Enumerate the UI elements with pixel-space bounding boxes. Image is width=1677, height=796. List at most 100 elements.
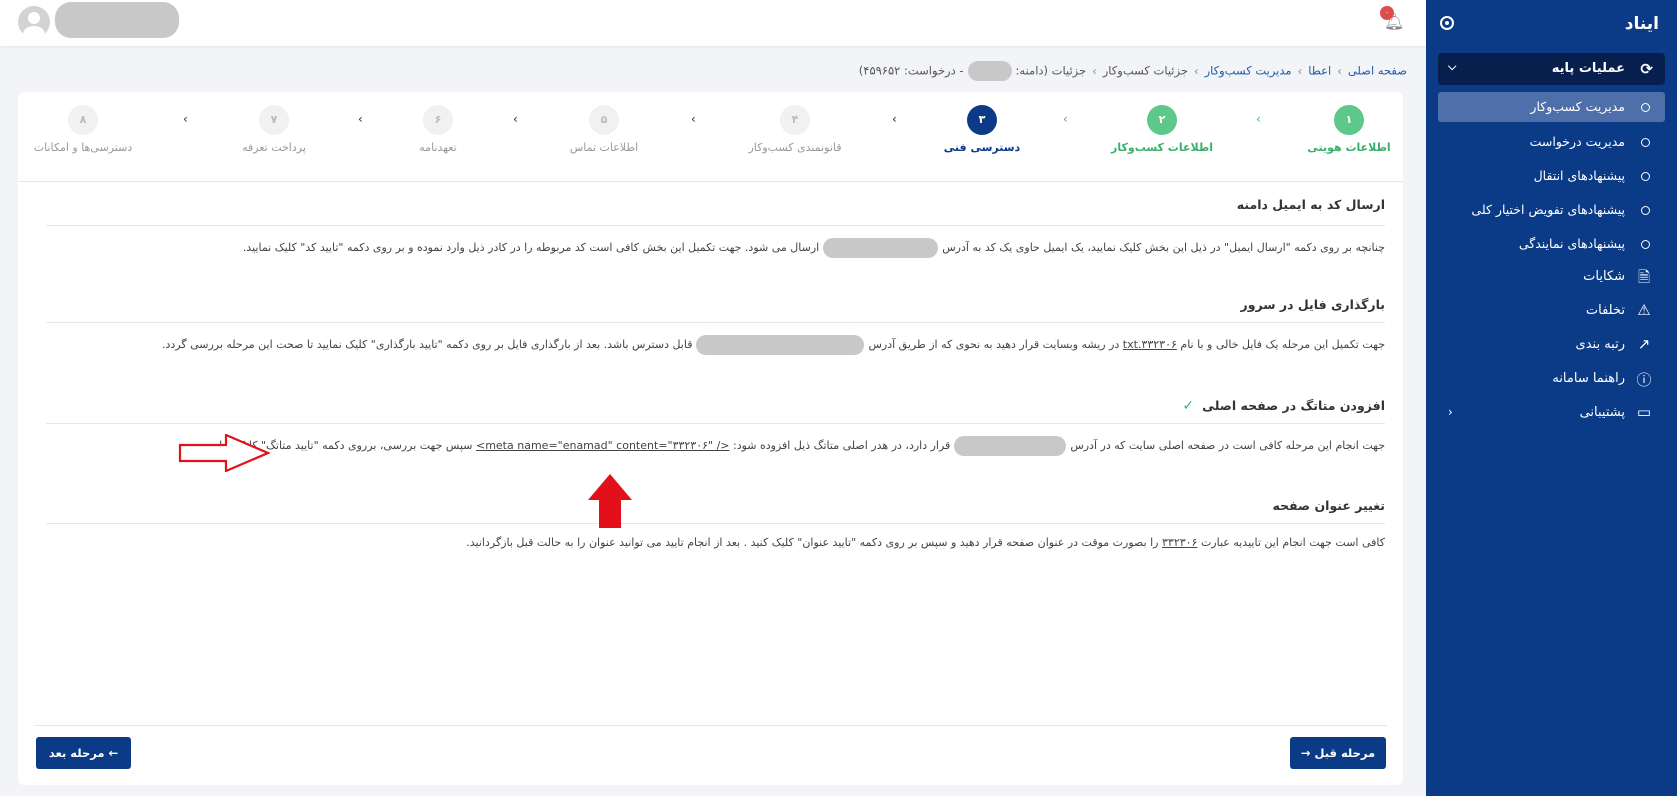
step-3[interactable]: ۳ دسترسی فنی [912, 105, 1052, 154]
code-text: ۳۳۲۳۰۶ [1162, 536, 1198, 549]
chevron-left-icon: › [1297, 63, 1303, 78]
sidebar-item-ranking[interactable]: ↗ رتبه بندی [1438, 331, 1665, 359]
divider [46, 423, 1385, 424]
text: را بصورت موقت در عنوان صفحه قرار دهید و … [466, 536, 1159, 549]
sidebar-group-basic-operations[interactable]: ⟳ عملیات پایه ⌵ [1438, 53, 1665, 85]
chevron-left-icon: ‹ [1256, 112, 1261, 126]
sidebar-item-label: پیشنهادهای تفویض اختیار کلی [1471, 202, 1625, 217]
sidebar-header: ایناد [1426, 0, 1677, 50]
sidebar-item-label: پشتیبانی [1579, 405, 1625, 420]
step-5[interactable]: ۵ اطلاعات تماس [534, 105, 674, 154]
divider [46, 523, 1385, 524]
text: در ریشه وبسایت قرار دهید به نحوی که از ط… [868, 338, 1120, 351]
circle-icon [1641, 206, 1650, 215]
check-icon: ✓ [1182, 398, 1195, 414]
breadcrumb-business-details[interactable]: جزئیات کسب‌وکار [1103, 64, 1188, 78]
sidebar-item-label: رتبه بندی [1575, 337, 1625, 352]
chevron-left-icon: › [1337, 63, 1342, 78]
step-number: ۶ [423, 105, 453, 135]
step-label: اطلاعات کسب‌وکار [1111, 141, 1213, 154]
previous-step-button[interactable]: → مرحله قبل [1290, 737, 1386, 769]
chat-icon: ▭ [1636, 403, 1652, 421]
chevron-left-icon: ‹ [513, 112, 518, 126]
text: افزودن متاتگ در صفحه اصلی [1202, 398, 1385, 413]
sidebar-item-label: شکایات [1583, 269, 1625, 284]
breadcrumb-home[interactable]: صفحه اصلی [1348, 64, 1407, 78]
text: قرار دارد، در هدر اصلی متاتگ ذیل افزوده … [733, 439, 951, 452]
meta-tag-code: <meta name="enamad" content="۳۳۲۳۰۶" /> [475, 439, 730, 452]
section-title-metatag: افزودن متاتگ در صفحه اصلی ✓ [1182, 398, 1385, 414]
document-icon: 🗎 [1637, 268, 1651, 286]
divider [46, 322, 1385, 323]
step-7[interactable]: ۷ پرداخت تعرفه [204, 105, 344, 154]
sidebar-item-label: تخلفات [1585, 303, 1625, 318]
step-2[interactable]: ۲ اطلاعات کسب‌وکار [1092, 105, 1232, 154]
sidebar-item-label: مدیریت درخواست [1529, 134, 1625, 149]
breadcrumb-current-pre: جزئیات (دامنه: [1015, 63, 1087, 78]
chevron-left-icon: ‹ [183, 112, 188, 126]
section-title-email: ارسال کد به ایمیل دامنه [1236, 197, 1385, 212]
refresh-icon: ⟳ [1640, 60, 1653, 78]
step-label: تعهدنامه [419, 141, 457, 154]
divider [18, 181, 1403, 182]
step-number: ۲ [1147, 105, 1177, 135]
sidebar-group-label: عملیات پایه [1551, 61, 1625, 76]
step-1[interactable]: ۱ اطلاعات هویتی [1279, 105, 1419, 154]
text: جهت تکمیل این مرحله یک فایل خالی و با نا… [1180, 338, 1385, 351]
sidebar-item-business-management[interactable]: مدیریت کسب‌وکار [1438, 92, 1665, 122]
step-label: اطلاعات تماس [569, 141, 639, 154]
annotation-arrow-right-icon [178, 434, 270, 472]
sidebar-item-transfer-proposals[interactable]: پیشنهادهای انتقال [1438, 161, 1665, 191]
sidebar-item-complaints[interactable]: 🗎 شکایات [1438, 263, 1665, 291]
annotation-arrow-up-icon [588, 474, 632, 528]
text: ارسال می شود. جهت تکمیل این بخش کافی است… [242, 241, 820, 254]
sidebar-item-violations[interactable]: ⚠ تخلفات [1438, 297, 1665, 325]
chevron-left-icon: › [1092, 63, 1097, 78]
breadcrumb-business-management[interactable]: مدیریت کسب‌وکار [1205, 64, 1292, 78]
url-redacted [954, 436, 1067, 456]
domain-redacted [967, 61, 1012, 81]
top-bar: 🔔︎ ۰ [0, 0, 1426, 46]
notification-badge: ۰ [1380, 6, 1394, 20]
sidebar-item-label: پیشنهادهای نمایندگی [1518, 236, 1625, 251]
help-icon: ⓘ [1636, 371, 1652, 389]
chevron-left-icon: ‹ [358, 112, 363, 126]
sidebar-item-label: مدیریت کسب‌وکار [1530, 99, 1625, 114]
text: قابل دسترس باشد. بعد از بارگذاری فایل بر… [161, 338, 693, 351]
section-title-page-title: تغییر عنوان صفحه [1272, 498, 1385, 513]
step-label: قانونمندی کسب‌وکار [748, 141, 842, 154]
sidebar-item-help[interactable]: ⓘ راهنما سامانه [1438, 365, 1665, 393]
sidebar-item-delegation-proposals[interactable]: پیشنهادهای تفویض اختیار کلی [1438, 195, 1665, 225]
step-number: ۵ [589, 105, 619, 135]
step-number: ۱ [1334, 105, 1364, 135]
chevron-left-icon: ‹ [892, 112, 897, 126]
step-label: اطلاعات هویتی [1307, 141, 1391, 154]
breadcrumb-grant[interactable]: اعطا [1308, 64, 1331, 78]
file-name: ۳۳۲۳۰۶.txt [1122, 338, 1177, 351]
url-redacted [696, 335, 865, 355]
warning-icon: ⚠ [1637, 301, 1651, 319]
sidebar: ایناد ⟳ عملیات پایه ⌵ مدیریت کسب‌وکار مد… [1426, 0, 1677, 796]
step-number: ۷ [259, 105, 289, 135]
email-redacted [823, 238, 939, 258]
step-6[interactable]: ۶ تعهدنامه [368, 105, 508, 154]
settings-icon[interactable] [1440, 16, 1454, 30]
next-step-button[interactable]: مرحله بعد ← [36, 737, 131, 769]
step-4[interactable]: ۴ قانونمندی کسب‌وکار [725, 105, 865, 154]
chevron-left-icon: › [1448, 405, 1453, 419]
sidebar-item-support[interactable]: ▭ پشتیبانی › [1438, 399, 1665, 427]
divider [34, 725, 1387, 726]
chevron-left-icon: ‹ [691, 112, 696, 126]
text: چنانچه بر روی دکمه "ارسال ایمیل" در ذیل … [942, 241, 1385, 254]
sidebar-item-representation-proposals[interactable]: پیشنهادهای نمایندگی [1438, 229, 1665, 259]
step-label: دسترسی‌ها و امکانات [33, 141, 133, 154]
step-8[interactable]: ۸ دسترسی‌ها و امکانات [13, 105, 153, 154]
avatar[interactable] [18, 6, 50, 38]
circle-icon [1641, 138, 1650, 147]
chevron-left-icon: ‹ [1063, 112, 1068, 126]
section-text-file-upload: جهت تکمیل این مرحله یک فایل خالی و با نا… [162, 335, 1385, 355]
section-title-file-upload: بارگذاری فایل در سرور [1240, 297, 1385, 312]
sidebar-item-request-management[interactable]: مدیریت درخواست [1438, 127, 1665, 157]
breadcrumb: صفحه اصلی › اعطا › مدیریت کسب‌وکار › جزئیات کس… [859, 61, 1407, 81]
chevron-down-icon: ⌵ [1448, 60, 1457, 73]
